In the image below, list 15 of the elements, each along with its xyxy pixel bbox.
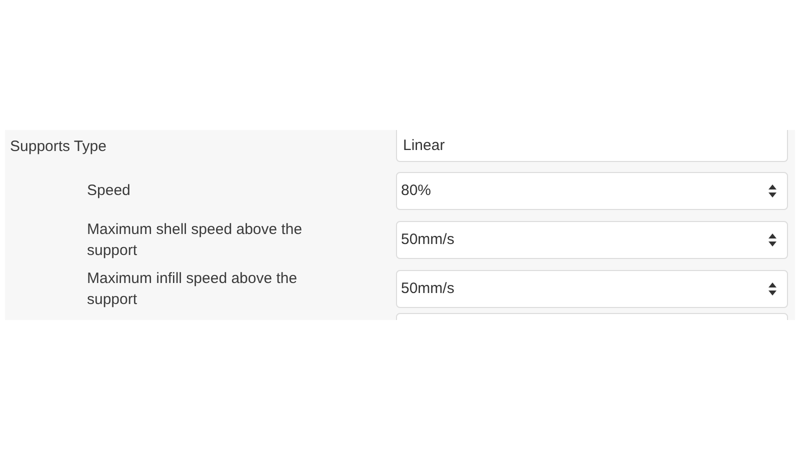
spin-field[interactable]: 80% <box>396 172 788 210</box>
spin-field[interactable]: 50mm/s <box>396 220 788 258</box>
setting-label: Speed <box>86 181 132 201</box>
field-value: 50mm/s <box>401 231 454 248</box>
setting-label: Maximum infill speed above the support <box>86 268 298 310</box>
field-value: 80% <box>401 182 432 199</box>
setting-label: Supports Type <box>9 137 108 157</box>
field-value: Linear <box>403 137 445 154</box>
field-value: 50mm/s <box>401 280 454 297</box>
spinner-icon[interactable] <box>768 184 777 198</box>
dropdown-field[interactable]: Linear <box>396 130 788 162</box>
setting-label: Maximum shell speed above the support <box>86 220 304 260</box>
spinner-icon[interactable] <box>768 232 777 246</box>
spinner-icon[interactable] <box>768 282 777 296</box>
spin-field[interactable]: 50mm/s <box>396 270 788 308</box>
